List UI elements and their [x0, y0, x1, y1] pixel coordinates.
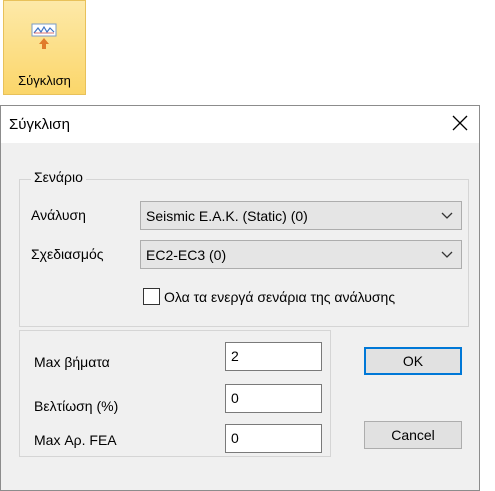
- dialog-title: Σύγκλιση: [9, 116, 70, 133]
- design-select[interactable]: EC2-EC3 (0): [140, 240, 462, 269]
- analysis-select[interactable]: Seismic E.A.K. (Static) (0): [140, 201, 462, 230]
- max-steps-value: 2: [231, 348, 239, 364]
- all-scenarios-checkbox[interactable]: [143, 288, 160, 305]
- chevron-down-icon: [441, 212, 453, 219]
- cancel-button[interactable]: Cancel: [364, 421, 462, 449]
- max-fea-label: Max Αρ. FEA: [34, 432, 117, 448]
- all-scenarios-label[interactable]: Ολα τα ενεργά σενάρια της ανάλυσης: [164, 289, 395, 305]
- analysis-select-value: Seismic E.A.K. (Static) (0): [146, 208, 308, 224]
- convergence-ribbon-button[interactable]: Σύγκλιση: [3, 0, 86, 95]
- design-select-value: EC2-EC3 (0): [146, 247, 227, 263]
- scenario-group-legend: Σενάριο: [31, 169, 86, 185]
- analysis-label: Ανάλυση: [31, 207, 86, 223]
- max-steps-label: Max βήματα: [34, 354, 110, 370]
- convergence-dialog: Σύγκλιση Σενάριο Ανάλυση Seismic E.A.K. …: [0, 105, 480, 491]
- max-fea-input[interactable]: 0: [225, 424, 322, 453]
- ribbon-button-label: Σύγκλιση: [18, 73, 71, 88]
- chevron-down-icon: [441, 251, 453, 258]
- improvement-label: Βελτίωση (%): [34, 398, 119, 414]
- design-label: Σχεδιασμός: [31, 246, 104, 262]
- improvement-input[interactable]: 0: [225, 384, 322, 413]
- max-steps-input[interactable]: 2: [225, 342, 322, 371]
- improvement-value: 0: [231, 390, 239, 406]
- ok-button[interactable]: OK: [364, 347, 462, 375]
- convergence-chart-icon: [31, 23, 57, 49]
- dialog-titlebar: Σύγκλιση: [1, 106, 479, 143]
- close-icon[interactable]: [449, 112, 471, 134]
- max-fea-value: 0: [231, 430, 239, 446]
